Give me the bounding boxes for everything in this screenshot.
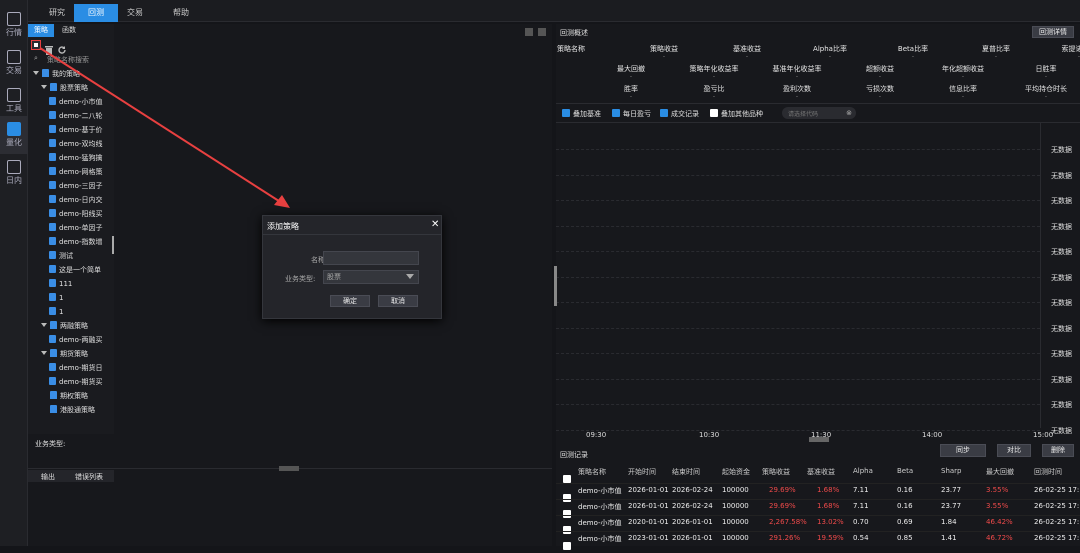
- dialog-divider: [263, 234, 441, 235]
- type-select[interactable]: 股票: [323, 270, 419, 284]
- cancel-button[interactable]: 取消: [378, 295, 418, 307]
- type-select-value: 股票: [327, 273, 341, 281]
- dialog-title: 添加策略: [267, 222, 299, 231]
- annotation-arrow: [39, 47, 290, 208]
- name-input[interactable]: [323, 251, 419, 265]
- type-label: 业务类型:: [285, 275, 316, 283]
- add-strategy-dialog: 添加策略 ✕ 名称: 业务类型: 股票 确定 取消: [262, 215, 442, 319]
- chevron-down-icon: [406, 274, 414, 279]
- ok-button[interactable]: 确定: [330, 295, 370, 307]
- close-icon[interactable]: ✕: [431, 219, 439, 230]
